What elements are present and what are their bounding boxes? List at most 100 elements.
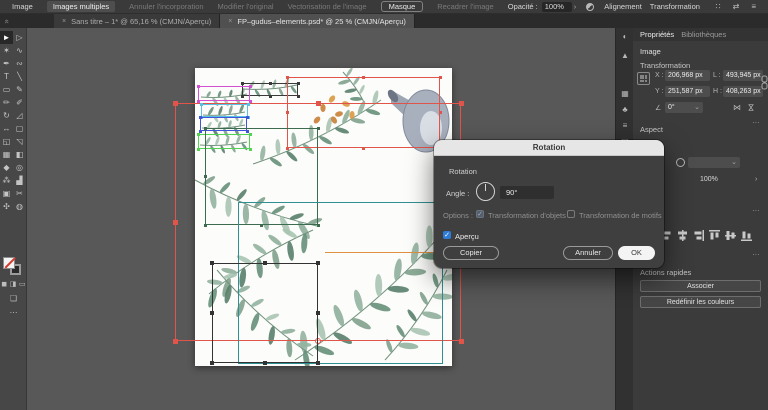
gradient-tool-icon[interactable]: ◧ [13, 148, 26, 161]
mask-menu-item[interactable]: Masque [380, 1, 424, 12]
align-bottom-icon[interactable] [741, 230, 752, 241]
align-hcenter-icon[interactable] [677, 230, 688, 241]
stroke-color-icon[interactable] [676, 158, 685, 167]
selection-tool-icon[interactable]: ► [0, 31, 13, 44]
transform-patterns-checkbox[interactable] [567, 210, 575, 218]
blend-tool-icon[interactable]: ◎ [13, 161, 26, 174]
workspace-switcher-icon[interactable]: ⇄ [733, 2, 740, 11]
document-tab-active[interactable]: × FP–gudus–elements.psd* @ 25 % (CMJN/Ap… [220, 14, 415, 28]
swatches-panel-icon[interactable]: ▦ [616, 89, 634, 98]
selection-bounds-red-handle-tl[interactable] [172, 100, 178, 106]
paintbrush-tool-icon[interactable]: ✎ [13, 83, 26, 96]
transform-more-icon[interactable]: ⋯ [752, 118, 761, 127]
toolbar-more-icon[interactable]: ⋯ [10, 308, 18, 317]
angle-input[interactable]: 90° [500, 186, 554, 199]
align-top-icon[interactable] [709, 230, 720, 241]
multiple-images-menu-item[interactable]: Images multiples [46, 1, 116, 12]
free-transform-tool-icon[interactable]: ▢ [13, 122, 26, 135]
shaper-tool-icon[interactable]: ✏ [0, 96, 13, 109]
group-button[interactable]: Associer [640, 280, 761, 292]
tab-label: FP–gudus–elements.psd* @ 25 % (CMJN/Aper… [237, 16, 406, 26]
h-label: H : [713, 88, 722, 95]
h-field[interactable]: 408,263 px [723, 86, 763, 97]
mesh-tool-icon[interactable]: ▦ [0, 148, 13, 161]
transform-menu[interactable]: Transformation [650, 2, 700, 11]
x-field[interactable]: 206,968 px [665, 70, 710, 81]
ok-button[interactable]: OK [618, 246, 655, 260]
tab-libraries[interactable]: Bibliothèques [681, 30, 726, 39]
gradient-panel-icon[interactable]: ▲ [616, 51, 634, 60]
selection-bounds-red-handle-ml[interactable] [172, 219, 178, 225]
link-dimensions-icon[interactable] [760, 75, 768, 90]
zoom-tool-icon[interactable]: ◍ [13, 200, 26, 213]
gradient-button-icon[interactable]: ◨ [10, 280, 17, 288]
opacity-wheel-icon[interactable] [586, 2, 595, 11]
opacity-chevron-icon[interactable]: › [755, 176, 757, 183]
scale-tool-icon[interactable]: ◿ [13, 109, 26, 122]
recolor-button[interactable]: Redéfinir les couleurs [640, 296, 761, 308]
width-tool-icon[interactable]: ↔ [0, 122, 13, 135]
type-tool-icon[interactable]: T [0, 70, 13, 83]
fill-swatch[interactable] [3, 257, 15, 269]
dialog-title[interactable]: Rotation [434, 140, 664, 156]
artboard[interactable] [194, 67, 463, 369]
layers-panel-icon[interactable]: ≡ [616, 121, 634, 130]
pen-tool-icon[interactable]: ✒ [0, 57, 13, 70]
image-menu-item[interactable]: Image [12, 2, 33, 11]
close-tab-icon[interactable]: × [62, 18, 66, 25]
options-label: Options : [443, 211, 474, 220]
direct-selection-tool-icon[interactable]: ▷ [13, 31, 26, 44]
column-graph-tool-icon[interactable]: ▟ [13, 174, 26, 187]
curvature-tool-icon[interactable]: ∾ [13, 57, 26, 70]
opacity-field[interactable]: 100% [541, 1, 572, 12]
align-menu[interactable]: Alignement [604, 2, 642, 11]
reference-point-locator[interactable] [637, 72, 650, 85]
transform-heading: Transformation [640, 61, 691, 70]
hand-tool-icon[interactable]: ✣ [0, 200, 13, 213]
close-tab-icon[interactable]: × [228, 18, 232, 25]
symbol-sprayer-tool-icon[interactable]: ⁂ [0, 174, 13, 187]
flip-horizontal-icon[interactable]: ⋈ [733, 103, 741, 112]
menu-icon[interactable]: ≡ [751, 2, 756, 11]
rectangle-tool-icon[interactable]: ▭ [0, 83, 13, 96]
tab-properties[interactable]: Propriétés [640, 30, 674, 39]
pencil-tool-icon[interactable]: ✐ [13, 96, 26, 109]
color-panel-icon[interactable]: ◐ [616, 32, 634, 41]
opacity-label: Opacité : [507, 2, 538, 11]
magic-wand-tool-icon[interactable]: ✶ [0, 44, 13, 57]
selection-bounds-red-handle-tr[interactable] [458, 100, 464, 106]
arrange-documents-icon[interactable]: ∷ [716, 2, 721, 11]
align-more-icon[interactable]: ⋯ [752, 250, 761, 259]
tab-overflow-icon[interactable]: « [3, 19, 12, 23]
align-right-icon[interactable] [693, 230, 704, 241]
eyedropper-tool-icon[interactable]: ◆ [0, 161, 13, 174]
line-segment-tool-icon[interactable]: ╲ [13, 70, 26, 83]
copy-button[interactable]: Copier [443, 246, 499, 260]
artboard-tool-icon[interactable]: ▣ [0, 187, 13, 200]
brushes-panel-icon[interactable]: ♣ [616, 105, 634, 114]
preview-checkbox[interactable]: ✓ [443, 231, 451, 239]
rotate-tool-icon[interactable]: ↻ [0, 109, 13, 122]
panel-angle-field[interactable]: 0° ⌄ [665, 102, 703, 113]
flip-vertical-icon[interactable]: ⋈ [747, 104, 756, 112]
angle-dial-icon[interactable] [476, 182, 495, 201]
align-vcenter-icon[interactable] [725, 230, 736, 241]
color-button-icon[interactable]: ◼ [1, 280, 7, 288]
cancel-button[interactable]: Annuler [563, 246, 613, 260]
w-field[interactable]: 493,945 px [723, 70, 763, 81]
slice-tool-icon[interactable]: ✂ [13, 187, 26, 200]
lasso-tool-icon[interactable]: ∿ [13, 44, 26, 57]
selection-bounds-red-handle-br[interactable] [458, 338, 464, 344]
shape-builder-tool-icon[interactable]: ◱ [0, 135, 13, 148]
selection-bounds-red-handle-bl[interactable] [172, 338, 178, 344]
aspect-dropdown[interactable]: ⌄ [688, 157, 740, 168]
transform-objects-checkbox[interactable]: ✓ [476, 210, 484, 218]
panel-opacity-value[interactable]: 100% [700, 176, 718, 183]
perspective-grid-tool-icon[interactable]: ◹ [13, 135, 26, 148]
document-tab[interactable]: × Sans titre – 1* @ 65,16 % (CMJN/Aperçu… [54, 14, 221, 28]
opacity-chevron-icon[interactable]: › [574, 2, 577, 11]
aspect-more-icon[interactable]: ⋯ [752, 206, 761, 215]
y-field[interactable]: 251,587 px [665, 86, 710, 97]
none-button-icon[interactable]: ▭ [19, 280, 26, 288]
draw-mode-icon[interactable]: ❏ [10, 294, 17, 303]
